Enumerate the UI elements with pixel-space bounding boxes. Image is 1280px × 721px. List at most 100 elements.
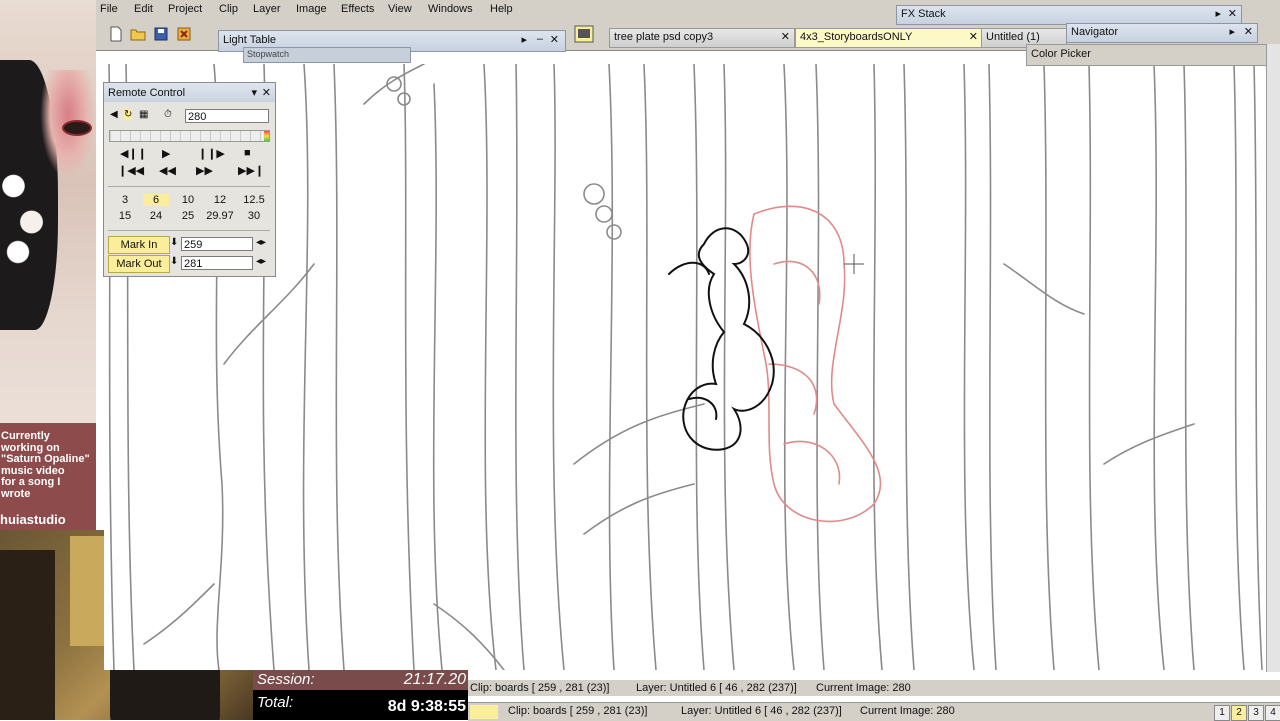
rate-option[interactable]: 25: [175, 210, 201, 222]
grid-icon[interactable]: ▦: [139, 109, 148, 120]
stop-icon[interactable]: ■: [244, 147, 251, 159]
open-folder-icon[interactable]: [130, 26, 146, 42]
arrow-down-icon[interactable]: ⬇: [170, 256, 178, 267]
rate-option[interactable]: 12.5: [238, 194, 270, 206]
save-icon[interactable]: [153, 26, 169, 42]
total-label: Total:: [257, 694, 294, 711]
session-value: 21:17.20: [403, 671, 466, 688]
fast-forward-icon[interactable]: ▶▶: [196, 164, 213, 177]
status-layer: Layer: Untitled 6 [ 46 , 282 (237)]: [681, 705, 842, 717]
session-label: Session:: [257, 671, 315, 688]
rewind-icon[interactable]: ◀◀: [159, 164, 176, 177]
rate-option[interactable]: 15: [112, 210, 138, 222]
rate-option[interactable]: 29.97: [202, 210, 238, 222]
close-icon[interactable]: ✕: [1244, 25, 1253, 38]
menu-clip[interactable]: Clip: [219, 3, 238, 15]
stopwatch-title: Stopwatch: [247, 49, 290, 59]
total-row: Total: 8d 9:38:55: [253, 690, 468, 720]
close-icon[interactable]: [176, 26, 192, 42]
navigator-panel[interactable]: Navigator ▸ ✕: [1066, 23, 1258, 43]
step-back-icon[interactable]: ◀❙❙: [120, 147, 147, 160]
remote-control-header[interactable]: Remote Control ▾ ✕: [104, 83, 275, 102]
chevron-right-icon[interactable]: ▸: [1215, 7, 1221, 20]
new-file-icon[interactable]: [108, 26, 124, 42]
status-indicator: [470, 705, 498, 719]
remote-control-panel: Remote Control ▾ ✕ ◀ ↻ ▦ ⏱ 280 ◀❙❙ ▶ ❙❙▶…: [103, 82, 276, 277]
mark-in-field[interactable]: 259: [181, 237, 253, 251]
close-icon[interactable]: ✕: [1228, 7, 1237, 20]
navigator-title: Navigator: [1071, 26, 1119, 38]
tab-label: Untitled (1): [986, 31, 1040, 43]
timeline-slider[interactable]: [109, 130, 270, 142]
mark-out-button[interactable]: Mark Out: [108, 255, 170, 273]
arrow-left-right-icon[interactable]: ◂▸: [256, 237, 266, 248]
vertical-scrollbar[interactable]: [1266, 44, 1280, 672]
monitor-icon[interactable]: [574, 25, 594, 43]
tab-tree-plate[interactable]: tree plate psd copy3 ✕: [609, 28, 795, 48]
speaker-icon[interactable]: ◀: [110, 109, 118, 120]
page-button-active[interactable]: 2: [1231, 705, 1247, 721]
rate-option-selected[interactable]: 6: [143, 194, 169, 206]
mark-in-button[interactable]: Mark In: [108, 236, 170, 254]
arrow-down-icon[interactable]: ⬇: [170, 237, 178, 248]
color-picker-title: Color Picker: [1031, 48, 1091, 60]
chevron-right-icon[interactable]: ▸: [521, 33, 527, 46]
page-button[interactable]: 4: [1265, 705, 1280, 721]
rate-option[interactable]: 24: [143, 210, 169, 222]
close-icon[interactable]: ✕: [262, 86, 271, 99]
menu-project[interactable]: Project: [168, 3, 202, 15]
close-icon[interactable]: ✕: [550, 33, 559, 46]
status-clip: Clip: boards [ 259 , 281 (23)]: [508, 705, 648, 717]
rate-option[interactable]: 10: [175, 194, 201, 206]
status-current-image: Current Image: 280: [860, 705, 955, 717]
menu-view[interactable]: View: [388, 3, 412, 15]
frame-field[interactable]: 280: [185, 109, 269, 123]
rate-option[interactable]: 12: [207, 194, 233, 206]
close-icon[interactable]: ✕: [781, 30, 790, 43]
sketch-drawing[interactable]: [104, 64, 1268, 670]
status-clip: Clip: boards [ 259 , 281 (23)]: [470, 682, 610, 694]
tab-label: 4x3_StoryboardsONLY: [800, 31, 913, 43]
divider: [108, 230, 270, 231]
step-forward-icon[interactable]: ❙❙▶: [198, 147, 225, 160]
message-line: Currently: [1, 430, 50, 442]
message-line: "Saturn Opaline": [1, 453, 90, 465]
webcam-bookshelf: [0, 550, 55, 720]
brand-name: huiastudio: [0, 512, 66, 527]
menu-help[interactable]: Help: [490, 3, 513, 15]
chevron-right-icon[interactable]: ▸: [1229, 25, 1235, 38]
tab-storyboards[interactable]: 4x3_StoryboardsONLY ✕: [795, 28, 983, 48]
arrow-left-right-icon[interactable]: ◂▸: [256, 256, 266, 267]
fx-stack-title: FX Stack: [901, 8, 946, 20]
menu-windows[interactable]: Windows: [428, 3, 473, 15]
timeline-indicator: [264, 131, 269, 141]
close-icon[interactable]: ✕: [969, 30, 978, 43]
stopwatch-panel[interactable]: Stopwatch: [243, 47, 411, 63]
menu-effects[interactable]: Effects: [341, 3, 374, 15]
page-button[interactable]: 3: [1248, 705, 1264, 721]
loop-icon[interactable]: ↻: [124, 109, 133, 120]
minimize-icon[interactable]: –: [537, 33, 543, 45]
tab-label: tree plate psd copy3: [614, 31, 714, 43]
drawing-canvas[interactable]: [104, 64, 1268, 670]
status-layer: Layer: Untitled 6 [ 46 , 282 (237)]: [636, 682, 797, 694]
menu-layer[interactable]: Layer: [253, 3, 281, 15]
rate-option[interactable]: 30: [238, 210, 270, 222]
menu-image[interactable]: Image: [296, 3, 327, 15]
clock-icon[interactable]: ⏱: [164, 109, 172, 120]
menu-edit[interactable]: Edit: [134, 3, 153, 15]
status-current-image: Current Image: 280: [816, 682, 911, 694]
menu-file[interactable]: File: [100, 3, 118, 15]
jump-start-icon[interactable]: ❙◀◀: [118, 164, 144, 177]
color-picker-panel[interactable]: Color Picker: [1026, 44, 1280, 66]
remote-control-title: Remote Control: [108, 87, 186, 99]
play-icon[interactable]: ▶: [162, 147, 170, 160]
mark-out-field[interactable]: 281: [181, 256, 253, 270]
total-value: 8d 9:38:55: [387, 698, 466, 715]
chevron-down-icon[interactable]: ▾: [251, 86, 257, 99]
page-button[interactable]: 1: [1214, 705, 1230, 721]
jump-end-icon[interactable]: ▶▶❙: [238, 164, 264, 177]
fx-stack-panel[interactable]: FX Stack ▸ ✕: [896, 5, 1242, 25]
rate-option[interactable]: 3: [112, 194, 138, 206]
status-bar: Clip: boards [ 259 , 281 (23)] Layer: Un…: [468, 702, 1280, 721]
